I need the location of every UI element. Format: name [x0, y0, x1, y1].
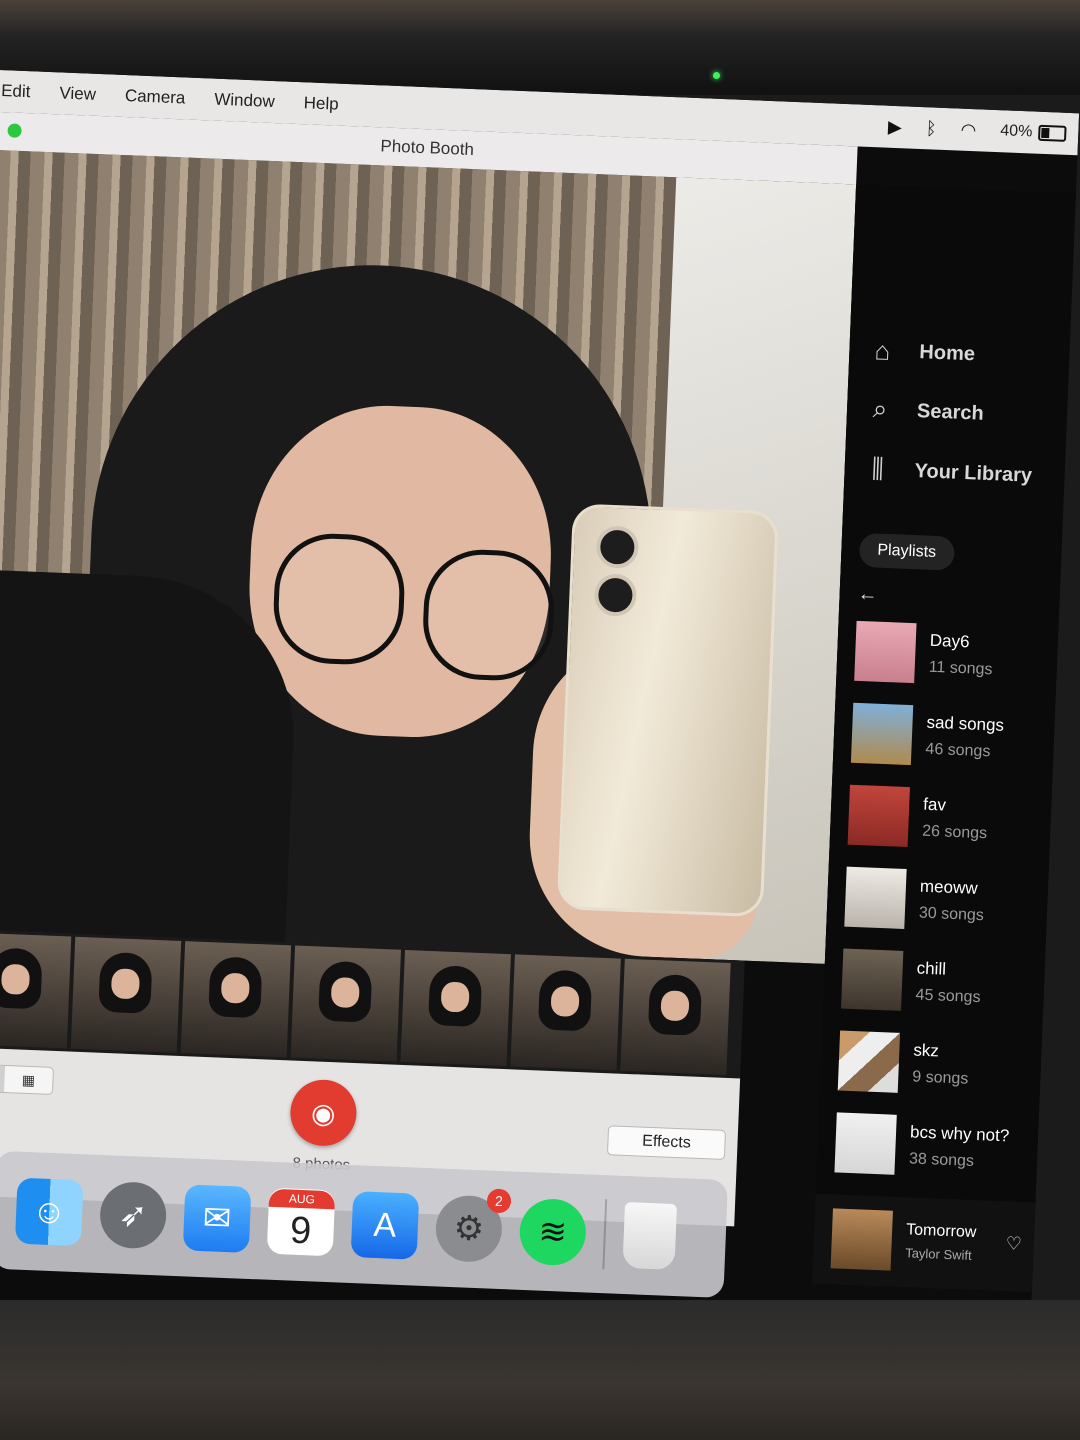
menu-edit[interactable]: Edit: [0, 81, 48, 103]
playlist-item[interactable]: fav 26 songs: [847, 784, 989, 851]
home-icon: ⌂: [873, 335, 891, 366]
playlist-song-count: 45 songs: [915, 986, 981, 1007]
playlist-cover: [854, 620, 917, 684]
spotify-sidebar: ⌂ Home ⌕ Search ⫼ Your Library Playlists…: [811, 184, 1076, 1293]
zoom-window-button[interactable]: [7, 123, 22, 138]
playlist-list: Day6 11 songs sad songs 46 songs fav 26 son…: [834, 620, 1059, 1175]
now-playing-icon[interactable]: ▶: [888, 116, 903, 138]
now-playing-cover: [830, 1208, 893, 1271]
photo-thumbnail[interactable]: [0, 932, 72, 1049]
grid-mode-icon[interactable]: ▦: [4, 1066, 53, 1094]
phone: [556, 503, 779, 918]
menu-window[interactable]: Window: [212, 90, 292, 113]
effects-button[interactable]: Effects: [606, 1125, 727, 1160]
playlist-item[interactable]: chill 45 songs: [841, 948, 982, 1015]
status-area: ▶ ᛒ ◠ 40%: [887, 106, 1067, 155]
playlist-item[interactable]: bcs why not? 38 songs: [834, 1112, 1010, 1179]
finder-icon[interactable]: ☺: [14, 1177, 84, 1247]
phone-camera-lens: [595, 525, 640, 569]
playlist-cover: [837, 1030, 901, 1093]
playlist-item[interactable]: Day6 11 songs: [854, 620, 994, 686]
calendar-day: 9: [289, 1209, 313, 1253]
glasses-right-lens: [420, 547, 557, 683]
menu-camera[interactable]: Camera: [122, 86, 202, 109]
nav-home-label: Home: [918, 341, 976, 366]
now-playing-bar[interactable]: Tomorrow Taylor Swift ♡: [811, 1193, 1036, 1293]
app-store-icon[interactable]: A: [350, 1191, 420, 1260]
playlist-cover: [847, 784, 910, 848]
dock-divider: [602, 1199, 608, 1270]
photo-thumbnail[interactable]: [70, 936, 182, 1053]
photo-thumbnail[interactable]: [180, 941, 292, 1058]
playlist-item[interactable]: skz 9 songs: [837, 1030, 970, 1095]
playlist-name: Day6: [929, 630, 970, 652]
camera-preview: [0, 149, 857, 964]
nav-library-label: Your Library: [914, 459, 1033, 487]
now-playing-title: Tomorrow: [905, 1221, 977, 1242]
nav-home[interactable]: ⌂ Home: [867, 335, 976, 370]
playlist-song-count: 38 songs: [908, 1150, 975, 1170]
phone-camera-lens: [593, 573, 638, 617]
menu-view[interactable]: View: [57, 83, 113, 105]
battery-icon: [1038, 124, 1067, 142]
playlist-song-count: 11 songs: [928, 658, 993, 679]
playlist-name: sad songs: [926, 712, 1005, 735]
playlist-song-count: 26 songs: [921, 822, 988, 843]
back-arrow-icon[interactable]: ←: [857, 583, 878, 607]
calendar-icon[interactable]: AUG 9: [266, 1187, 336, 1257]
playlist-song-count: 30 songs: [918, 904, 985, 925]
photo-thumbnail[interactable]: [400, 949, 511, 1067]
camera-icon: ◉: [310, 1096, 337, 1129]
trash-icon[interactable]: [622, 1201, 678, 1271]
screen: Edit View Camera Window Help ▶ ᛒ ◠ 40% P…: [0, 70, 1080, 1353]
playlist-song-count: 46 songs: [925, 740, 991, 761]
wifi-icon[interactable]: ◠: [960, 119, 977, 141]
mail-icon[interactable]: ✉: [182, 1184, 252, 1253]
playlist-item[interactable]: sad songs 46 songs: [850, 702, 1005, 769]
playlist-name: meoww: [919, 876, 978, 898]
take-photo-button[interactable]: ◉: [289, 1078, 358, 1148]
nav-search-label: Search: [916, 399, 985, 425]
playlists-filter-chip[interactable]: Playlists: [858, 532, 955, 571]
now-playing-artist: Taylor Swift: [904, 1245, 972, 1263]
playlist-name: fav: [922, 794, 947, 815]
glasses-left-lens: [271, 531, 407, 667]
photo-thumbnail[interactable]: [290, 945, 402, 1062]
view-mode-toggle: ▭ ▦: [0, 1063, 55, 1095]
playlist-name: bcs why not?: [909, 1122, 1010, 1146]
spotify-icon[interactable]: ≋: [518, 1197, 588, 1267]
playlist-name: skz: [913, 1040, 940, 1061]
search-icon: ⌕: [872, 393, 888, 424]
heart-icon[interactable]: ♡: [1005, 1233, 1022, 1255]
calendar-month: AUG: [268, 1188, 336, 1210]
camera-indicator-light: [713, 72, 720, 79]
playlist-cover: [834, 1112, 897, 1175]
menu-help[interactable]: Help: [301, 93, 356, 115]
laptop-keyboard-deck: [0, 1300, 1080, 1440]
battery-percent: 40%: [999, 122, 1033, 141]
library-icon: ⫼: [871, 453, 885, 484]
playlist-song-count: 9 songs: [911, 1068, 969, 1088]
photo-thumbnail[interactable]: [510, 954, 621, 1071]
notification-badge: 2: [486, 1188, 512, 1214]
playlist-name: chill: [916, 958, 947, 979]
battery-status[interactable]: 40%: [1000, 122, 1067, 143]
playlist-item[interactable]: meoww 30 songs: [844, 866, 985, 933]
playlist-cover: [850, 702, 914, 766]
launchpad-icon[interactable]: ➶: [98, 1180, 168, 1250]
bluetooth-icon[interactable]: ᛒ: [925, 118, 937, 139]
nav-search[interactable]: ⌕ Search: [864, 393, 984, 430]
nav-library[interactable]: ⫼ Your Library: [862, 453, 1033, 492]
photo-thumbnail[interactable]: [620, 958, 731, 1075]
playlist-cover: [844, 866, 907, 929]
window-title: Photo Booth: [380, 136, 475, 160]
system-settings-icon[interactable]: ⚙ 2: [434, 1188, 512, 1264]
playlist-cover: [841, 948, 904, 1011]
